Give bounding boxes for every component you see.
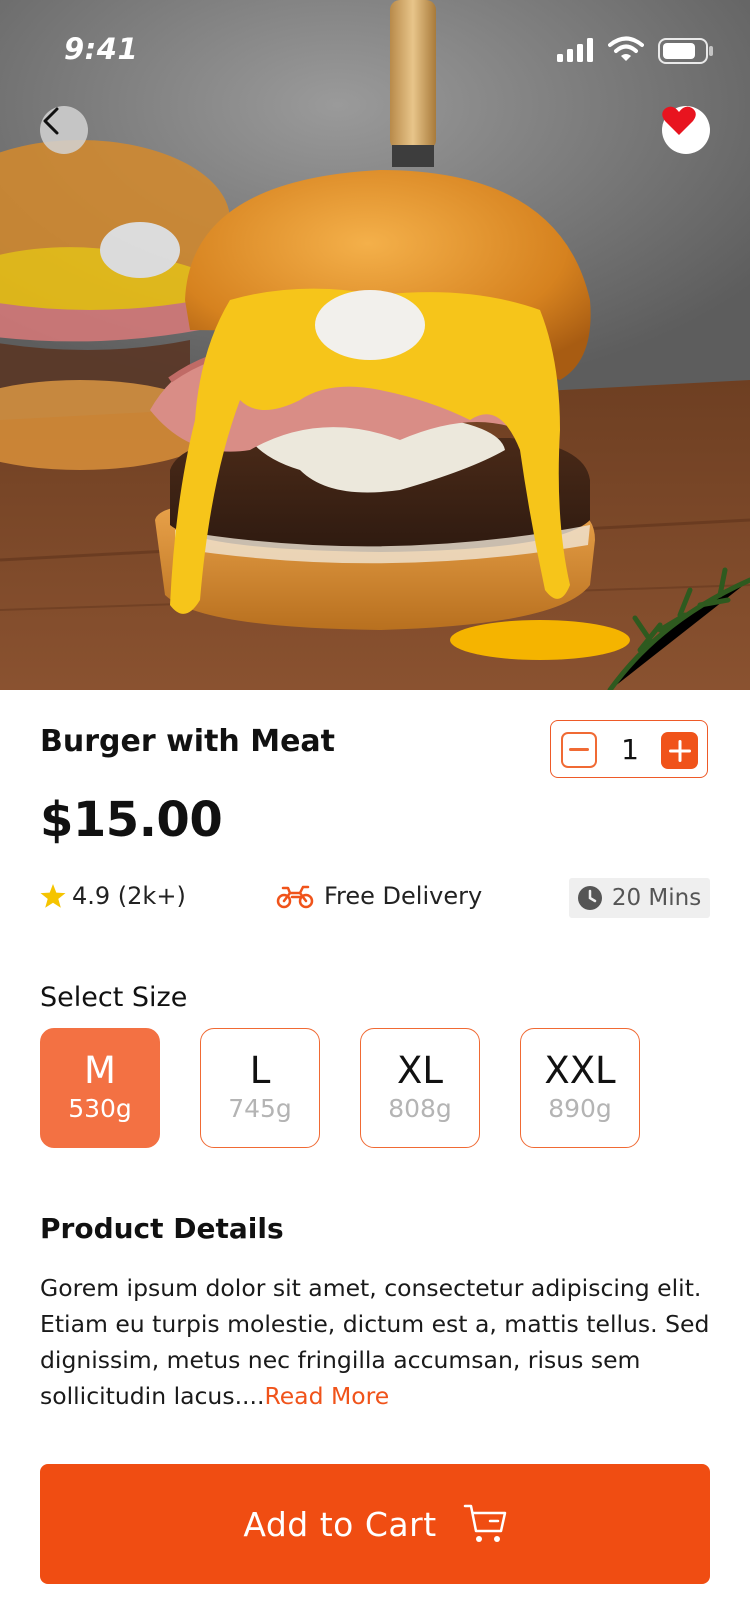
size-option-l[interactable]: L 745g: [200, 1028, 320, 1148]
motorbike-icon: [276, 885, 314, 909]
size-weight: 808g: [388, 1094, 452, 1124]
product-description: Gorem ipsum dolor sit amet, consectetur …: [40, 1270, 720, 1414]
cart-icon: [463, 1504, 506, 1542]
add-to-cart-label: Add to Cart: [243, 1504, 437, 1544]
delivery-text: Free Delivery: [324, 882, 483, 910]
select-size-heading: Select Size: [40, 982, 188, 1013]
product-details-heading: Product Details: [40, 1212, 284, 1245]
quantity-stepper: 1: [550, 720, 708, 778]
size-option-xl[interactable]: XL 808g: [360, 1028, 480, 1148]
quantity-value: 1: [621, 733, 639, 766]
favorite-button[interactable]: [662, 106, 710, 154]
size-label: XXL: [544, 1049, 616, 1093]
prep-time-text: 20 Mins: [611, 885, 702, 911]
back-button[interactable]: [40, 106, 88, 154]
plus-icon: [668, 739, 691, 762]
rating-text: 4.9 (2k+): [72, 882, 186, 910]
star-icon: [40, 883, 66, 908]
minus-icon: [569, 748, 589, 751]
burger-illustration: [0, 0, 750, 690]
clock-icon: [577, 886, 602, 910]
hero-image: 9:41: [0, 0, 750, 690]
size-label: XL: [397, 1049, 443, 1093]
delivery-info: Free Delivery: [276, 882, 482, 910]
size-weight: 890g: [548, 1094, 612, 1124]
size-weight: 745g: [228, 1094, 292, 1124]
product-price: $15.00: [40, 792, 223, 848]
chevron-left-icon: [43, 107, 59, 135]
product-title: Burger with Meat: [40, 724, 336, 759]
decrease-quantity-button[interactable]: [561, 732, 597, 768]
increase-quantity-button[interactable]: [661, 732, 698, 769]
size-label: M: [84, 1049, 116, 1093]
add-to-cart-button[interactable]: Add to Cart: [40, 1464, 710, 1584]
size-option-xxl[interactable]: XXL 890g: [520, 1028, 640, 1148]
status-time: 9:41: [64, 32, 139, 66]
prep-time-badge: 20 Mins: [569, 878, 710, 918]
size-label: L: [249, 1049, 271, 1093]
size-weight: 530g: [68, 1094, 132, 1124]
size-option-m[interactable]: M 530g: [40, 1028, 160, 1148]
rating: 4.9 (2k+): [40, 882, 186, 910]
read-more-link[interactable]: Read More: [264, 1382, 389, 1410]
heart-icon: [662, 106, 696, 135]
